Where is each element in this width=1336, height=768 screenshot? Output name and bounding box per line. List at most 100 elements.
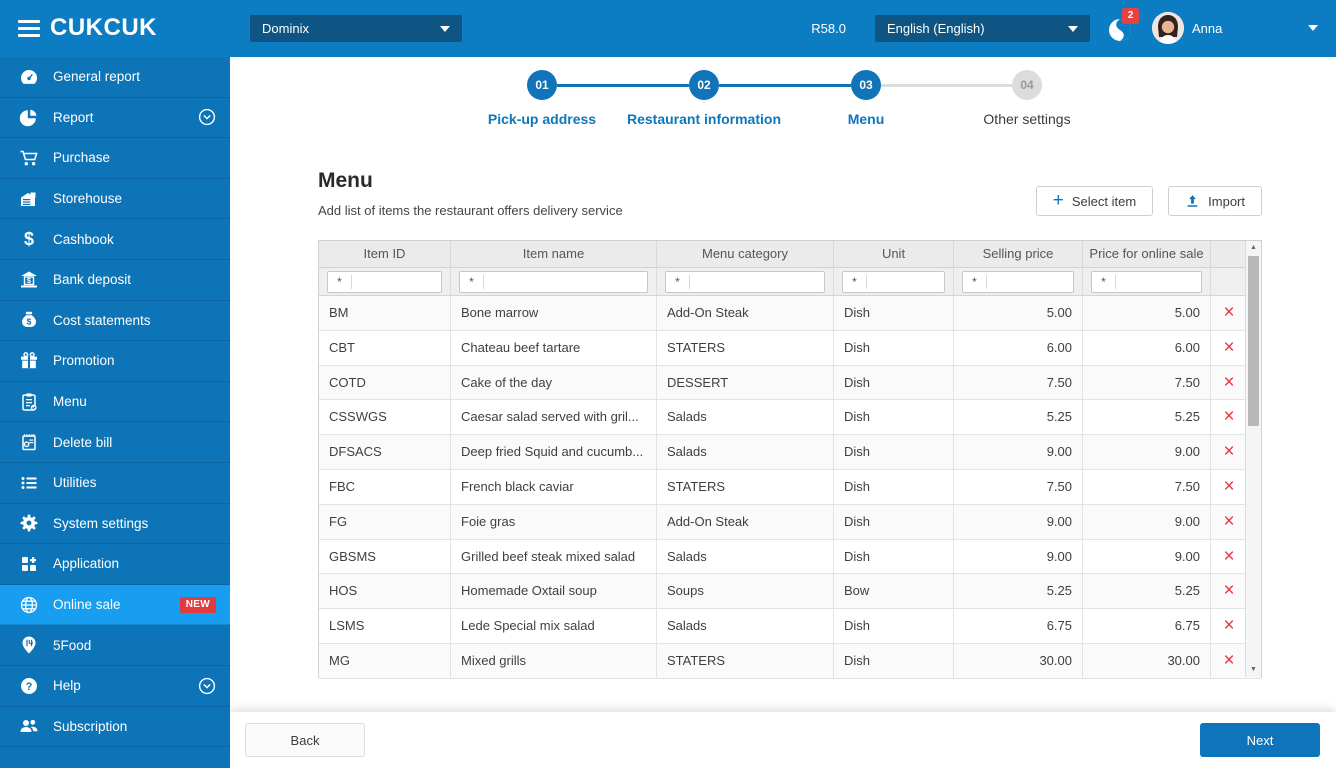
sidebar-item-label: General report [53,69,141,85]
filter-input-unit[interactable] [867,273,944,291]
cell-item-name: Homemade Oxtail soup [451,574,657,609]
table-scrollbar[interactable]: ▲ ▼ [1245,241,1261,677]
column-header-unit[interactable]: Unit [834,241,954,267]
cell-online-price: 5.00 [1083,296,1211,330]
column-header-online-price[interactable]: Price for online sale [1083,241,1211,267]
cell-item-id: HOS [319,574,451,609]
sidebar-item-online-sale[interactable]: Online sale NEW [0,584,230,626]
step-1-label: Pick-up address [487,111,597,127]
step-4-indicator[interactable]: 04 [1012,70,1042,100]
step-3-indicator[interactable]: 03 [851,70,881,100]
sidebar-item-bank-deposit[interactable]: $ Bank deposit [0,260,230,301]
filter-input-selling-price[interactable] [987,273,1073,291]
cell-unit: Dish [834,435,954,469]
delete-row-button[interactable]: × [1223,505,1234,539]
filter-operator-button[interactable]: * [963,275,987,289]
delete-row-button[interactable]: × [1223,366,1234,400]
cell-online-price: 7.50 [1083,365,1211,400]
warehouse-icon [18,189,40,209]
table-row: GBSMS Grilled beef steak mixed salad Sal… [319,539,1261,575]
filter-operator-button[interactable]: * [843,275,867,289]
cell-item-name: Grilled beef steak mixed salad [451,539,657,574]
sidebar-item-label: Report [53,109,94,125]
filter-input-menu-category[interactable] [690,273,824,291]
cell-online-price: 5.25 [1083,574,1211,609]
filter-input-item-name[interactable] [484,273,647,291]
filter-operator-button[interactable]: * [328,275,352,289]
cell-menu-category: DESSERT [657,365,834,400]
cell-item-name: Foie gras [451,504,657,539]
sidebar-item-help[interactable]: ? Help [0,666,230,707]
hamburger-icon[interactable] [18,20,40,37]
column-header-menu-category[interactable]: Menu category [657,241,834,267]
column-header-item-id[interactable]: Item ID [319,241,451,267]
delete-row-button[interactable]: × [1223,574,1234,608]
chevron-down-circle-icon[interactable] [198,108,216,126]
notification-icon[interactable]: 2 [1106,8,1139,43]
chevron-down-circle-icon[interactable] [198,677,216,695]
table-header-row: Item ID Item name Menu category Unit Sel… [319,241,1261,268]
sidebar-item-promotion[interactable]: Promotion [0,341,230,382]
sidebar-item-label: Menu [53,394,87,410]
filter-input-item-id[interactable] [352,273,441,291]
filter-operator-button[interactable]: * [666,275,690,289]
sidebar-item-general-report[interactable]: General report [0,57,230,98]
top-bar: CUKCUK Dominix R58.0 English (English) 2… [0,0,1336,57]
cell-item-id: DFSACS [319,435,451,469]
table-row: MG Mixed grills STATERS Dish 30.00 30.00… [319,643,1261,679]
table-row: HOS Homemade Oxtail soup Soups Bow 5.25 … [319,574,1261,610]
delete-row-button[interactable]: × [1223,470,1234,504]
delete-row-button[interactable]: × [1223,609,1234,643]
cell-item-id: FG [319,504,451,539]
cell-item-name: Caesar salad served with gril... [451,400,657,435]
cell-selling-price: 9.00 [954,504,1083,539]
delete-row-button[interactable]: × [1223,400,1234,434]
delete-row-button[interactable]: × [1223,296,1234,330]
sidebar-item-delete-bill[interactable]: Delete bill [0,422,230,463]
sidebar-item-report[interactable]: Report [0,98,230,139]
filter-operator-button[interactable]: * [460,275,484,289]
cell-menu-category: Salads [657,400,834,435]
sidebar-item-menu[interactable]: Menu [0,382,230,423]
language-selector[interactable]: English (English) [875,15,1090,42]
next-button[interactable]: Next [1200,723,1320,757]
cell-menu-category: STATERS [657,643,834,678]
step-connector [557,84,689,87]
column-header-selling-price[interactable]: Selling price [954,241,1083,267]
sidebar-item-storehouse[interactable]: Storehouse [0,179,230,220]
delete-row-button[interactable]: × [1223,540,1234,574]
sidebar-item-subscription[interactable]: Subscription [0,707,230,748]
scroll-down-icon[interactable]: ▼ [1246,663,1261,677]
filter-operator-button[interactable]: * [1092,275,1116,289]
cell-unit: Dish [834,330,954,365]
scrollbar-thumb[interactable] [1248,256,1259,426]
wizard-footer: Back Next [230,712,1336,768]
filter-input-online-price[interactable] [1116,273,1201,291]
cell-selling-price: 7.50 [954,365,1083,400]
step-1-indicator[interactable]: 01 [527,70,557,100]
branch-selector[interactable]: Dominix [250,15,462,42]
column-header-actions [1211,241,1247,267]
avatar[interactable] [1152,12,1184,44]
sidebar-item-purchase[interactable]: Purchase [0,138,230,179]
back-button[interactable]: Back [245,723,365,757]
import-button[interactable]: Import [1168,186,1262,216]
user-menu-chevron-icon[interactable] [1308,25,1318,31]
column-header-item-name[interactable]: Item name [451,241,657,267]
sidebar-item-cost-statements[interactable]: $ Cost statements [0,301,230,342]
cell-menu-category: Add-On Steak [657,296,834,330]
sidebar-item-5food[interactable]: 5Food [0,625,230,666]
sidebar-item-utilities[interactable]: Utilities [0,463,230,504]
sidebar-item-system-settings[interactable]: System settings [0,504,230,545]
delete-row-button[interactable]: × [1223,331,1234,365]
delete-row-button[interactable]: × [1223,435,1234,469]
sidebar-item-application[interactable]: Application [0,544,230,585]
cell-item-id: FBC [319,469,451,504]
scroll-up-icon[interactable]: ▲ [1246,241,1261,255]
step-2-indicator[interactable]: 02 [689,70,719,100]
delete-row-button[interactable]: × [1223,644,1234,678]
plus-icon: + [1052,189,1064,211]
sidebar-item-cashbook[interactable]: $ Cashbook [0,219,230,260]
select-item-button[interactable]: + Select item [1035,186,1154,216]
main-content: 01 02 03 04 Pick-up address Restaurant i… [230,57,1336,712]
